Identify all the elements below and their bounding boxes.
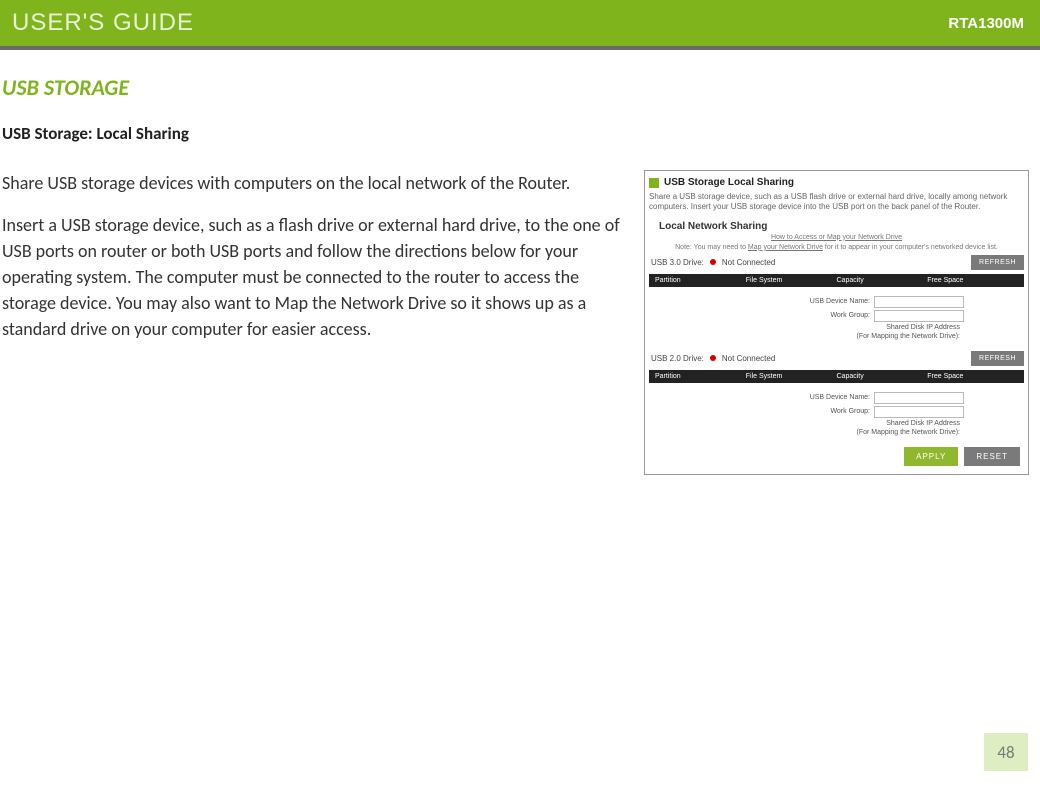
- panel-note-title: How to Access or Map your Network Drive: [649, 234, 1024, 241]
- map-drive-link[interactable]: Map your Network Drive: [748, 244, 823, 251]
- panel-title: USB Storage Local Sharing: [664, 177, 794, 188]
- input-workgroup[interactable]: [874, 310, 964, 322]
- input-device-name[interactable]: [874, 296, 964, 308]
- panel-subhead: Local Network Sharing: [659, 221, 1024, 232]
- th-partition: Partition: [655, 277, 746, 284]
- input-workgroup-2[interactable]: [874, 406, 964, 418]
- label-device-name: USB Device Name:: [810, 298, 870, 305]
- th-capacity: Capacity: [837, 277, 928, 284]
- status-dot-icon: [710, 259, 716, 265]
- reset-button[interactable]: RESET: [964, 447, 1020, 466]
- paragraph-1: Share USB storage devices with computers…: [2, 170, 632, 196]
- usb2-drive-row: USB 2.0 Drive: Not Connected REFRESH: [649, 351, 1024, 368]
- label-shared-ip-2b: (For Mapping the Network Drive):: [857, 429, 960, 436]
- th-filesystem: File System: [746, 277, 837, 284]
- label-shared-ip-1: Shared Disk IP Address: [886, 324, 960, 331]
- panel-title-icon: [649, 178, 659, 188]
- text-column: Share USB storage devices with computers…: [2, 170, 632, 359]
- table-header-usb3: Partition File System Capacity Free Spac…: [649, 274, 1024, 287]
- page-number: 48: [984, 733, 1028, 771]
- panel-note-line: Note: You may need to Map your Network D…: [649, 244, 1024, 251]
- usb3-drive-row: USB 3.0 Drive: Not Connected REFRESH: [649, 255, 1024, 272]
- usb3-status: Not Connected: [722, 258, 775, 267]
- th-filesystem-2: File System: [746, 373, 837, 380]
- th-free: Free Space: [927, 277, 1018, 284]
- label-device-name-2: USB Device Name:: [810, 394, 870, 401]
- usb-storage-panel: USB Storage Local Sharing Share a USB st…: [644, 170, 1029, 475]
- th-capacity-2: Capacity: [837, 373, 928, 380]
- field-group-usb2: USB Device Name: Work Group: Shared Disk…: [649, 391, 1024, 437]
- label-workgroup-2: Work Group:: [830, 408, 870, 415]
- field-group-usb3: USB Device Name: Work Group: Shared Disk…: [649, 295, 1024, 341]
- table-header-usb2: Partition File System Capacity Free Spac…: [649, 370, 1024, 383]
- th-partition-2: Partition: [655, 373, 746, 380]
- apply-button[interactable]: APPLY: [904, 447, 958, 466]
- columns: Share USB storage devices with computers…: [0, 170, 1040, 475]
- header-left-title: USER'S GUIDE: [12, 9, 194, 37]
- subtitle: USB Storage: Local Sharing: [0, 123, 1040, 144]
- section-title: USB STORAGE: [0, 74, 1040, 101]
- usb2-status: Not Connected: [722, 354, 775, 363]
- paragraph-2: Insert a USB storage device, such as a f…: [2, 212, 632, 342]
- page-content: USB STORAGE USB Storage: Local Sharing S…: [0, 50, 1040, 475]
- header-bar: USER'S GUIDE RTA1300M: [0, 0, 1040, 46]
- panel-title-row: USB Storage Local Sharing: [649, 177, 1024, 188]
- status-dot-icon: [710, 355, 716, 361]
- th-free-2: Free Space: [927, 373, 1018, 380]
- usb3-label: USB 3.0 Drive:: [651, 258, 704, 267]
- label-workgroup: Work Group:: [830, 312, 870, 319]
- label-shared-ip-2: (For Mapping the Network Drive):: [857, 333, 960, 340]
- refresh-button-usb2[interactable]: REFRESH: [971, 351, 1024, 366]
- refresh-button-usb3[interactable]: REFRESH: [971, 255, 1024, 270]
- input-device-name-2[interactable]: [874, 392, 964, 404]
- usb2-label: USB 2.0 Drive:: [651, 354, 704, 363]
- header-model: RTA1300M: [948, 15, 1024, 32]
- label-shared-ip-1b: Shared Disk IP Address: [886, 420, 960, 427]
- panel-description: Share a USB storage device, such as a US…: [649, 192, 1024, 213]
- panel-button-row: APPLY RESET: [649, 447, 1024, 466]
